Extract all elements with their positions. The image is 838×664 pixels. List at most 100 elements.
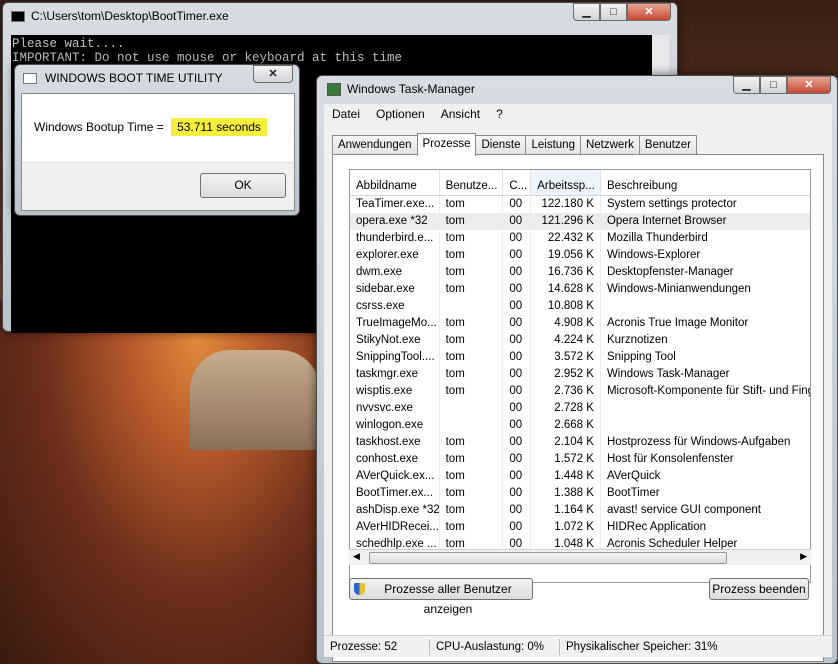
minimize-button[interactable]: ▁: [573, 3, 600, 21]
row-image-name: TrueImageMo...: [350, 315, 440, 332]
menu-ansicht[interactable]: Ansicht: [433, 107, 488, 121]
close-button[interactable]: ✕: [627, 3, 671, 21]
tab-prozesse[interactable]: Prozesse: [416, 133, 477, 156]
menu-help[interactable]: ?: [488, 107, 511, 121]
table-row[interactable]: TrueImageMo... tom 00 4.908 K Acronis True I…: [350, 315, 810, 332]
row-user: tom: [440, 366, 504, 383]
row-user: tom: [440, 196, 504, 213]
row-description: [601, 298, 810, 315]
tab-anwendungen[interactable]: Anwendungen: [332, 135, 418, 155]
table-row[interactable]: explorer.exe tom 00 19.056 K Windows-Explore…: [350, 247, 810, 264]
console-title: C:\Users\tom\Desktop\BootTimer.exe: [31, 9, 229, 23]
table-row[interactable]: thunderbird.e... tom 00 22.432 K Mozilla Thu…: [350, 230, 810, 247]
row-description: Host für Konsolenfenster: [606, 453, 734, 465]
tab-netzwerk[interactable]: Netzwerk: [579, 135, 640, 155]
row-memory: 2.952 K: [531, 366, 601, 383]
row-memory: 1.072 K: [531, 519, 601, 536]
scroll-left-arrow-icon[interactable]: ◀: [353, 551, 360, 562]
row-cpu: 00: [503, 247, 532, 264]
row-image-name: thunderbird.e...: [350, 230, 440, 247]
row-image-name: opera.exe *32: [350, 213, 440, 230]
row-cpu: 00: [503, 485, 532, 502]
table-row[interactable]: taskhost.exe tom 00 2.104 K Hostprozess für …: [350, 434, 810, 451]
row-image-name: nvvsvc.exe: [350, 400, 440, 417]
row-memory: 1.388 K: [531, 485, 601, 502]
table-row[interactable]: csrss.exe 00 10.808 K: [350, 298, 810, 315]
maximize-button[interactable]: □: [600, 3, 627, 21]
column-header-cpu[interactable]: C...: [503, 170, 532, 195]
row-user: tom: [440, 519, 504, 536]
console-line: IMPORTANT: Do not use mouse or keyboard …: [12, 51, 403, 65]
table-row[interactable]: wisptis.exe tom 00 2.736 K Microsoft-Kompone…: [350, 383, 810, 400]
row-memory: 2.728 K: [531, 400, 601, 417]
status-processes: Prozesse: 52: [324, 638, 430, 655]
row-image-name: conhost.exe: [350, 451, 440, 468]
table-row[interactable]: sidebar.exe tom 00 14.628 K Windows-Minianwe…: [350, 281, 810, 298]
table-row[interactable]: SnippingTool.... tom 00 3.572 K Snipping Too…: [350, 349, 810, 366]
row-cpu: 00: [503, 349, 532, 366]
row-description: HIDRec Application: [606, 521, 707, 533]
boot-time-label: Windows Bootup Time =: [34, 120, 164, 134]
boot-time-value: 53.711 seconds: [171, 118, 267, 136]
show-all-processes-button[interactable]: Prozesse aller Benutzer anzeigen: [349, 578, 533, 616]
row-memory: 19.056 K: [531, 247, 601, 264]
tab-leistung[interactable]: Leistung: [525, 135, 581, 155]
row-memory: 3.572 K: [531, 349, 601, 366]
row-memory: 122.180 K: [531, 196, 601, 213]
end-process-button[interactable]: Prozess beenden: [709, 578, 809, 600]
maximize-button[interactable]: □: [760, 76, 787, 94]
table-row[interactable]: taskmgr.exe tom 00 2.952 K Windows Task-Mana…: [350, 366, 810, 383]
tab-benutzer[interactable]: Benutzer: [638, 135, 697, 155]
dialog-title: WINDOWS BOOT TIME UTILITY: [45, 71, 223, 85]
row-cpu: 00: [503, 434, 532, 451]
scrollbar-thumb[interactable]: [369, 552, 727, 564]
menu-optionen[interactable]: Optionen: [368, 107, 433, 121]
row-image-name: dwm.exe: [350, 264, 440, 281]
table-row[interactable]: dwm.exe tom 00 16.736 K Desktopfenster-Manag…: [350, 264, 810, 281]
console-scrollbar[interactable]: [652, 35, 669, 75]
table-row[interactable]: winlogon.exe 00 2.668 K: [350, 417, 810, 434]
row-description: Kurznotizen: [606, 334, 668, 346]
table-row[interactable]: conhost.exe tom 00 1.572 K Host für Konsolen…: [350, 451, 810, 468]
process-list[interactable]: Abbildname Benutze... C... Arbeitssp... …: [349, 169, 811, 583]
column-header-image-name[interactable]: Abbildname: [350, 170, 440, 195]
scroll-right-arrow-icon[interactable]: ▶: [800, 551, 807, 562]
horizontal-scrollbar[interactable]: ◀ ▶: [349, 549, 811, 565]
table-row[interactable]: AVerHIDRecei... tom 00 1.072 K HIDRec Applic…: [350, 519, 810, 536]
column-header-memory[interactable]: Arbeitssp...: [531, 170, 601, 195]
task-manager-window[interactable]: Windows Task-Manager ▁ □ ✕ Datei Optione…: [316, 75, 838, 664]
table-row[interactable]: StikyNot.exe tom 00 4.224 K Kurznotizen: [350, 332, 810, 349]
table-row[interactable]: nvvsvc.exe 00 2.728 K: [350, 400, 810, 417]
row-memory: 14.628 K: [531, 281, 601, 298]
table-row[interactable]: AVerQuick.ex... tom 00 1.448 K AVerQuick: [350, 468, 810, 485]
uac-shield-icon: [354, 583, 365, 595]
row-memory: 4.224 K: [531, 332, 601, 349]
dialog-close-button[interactable]: ✕: [253, 65, 293, 83]
table-row[interactable]: BootTimer.ex... tom 00 1.388 K BootTimer: [350, 485, 810, 502]
row-image-name: wisptis.exe: [350, 383, 440, 400]
row-description: Acronis True Image Monitor: [606, 317, 749, 329]
tab-dienste[interactable]: Dienste: [475, 135, 527, 155]
row-memory: 2.104 K: [531, 434, 601, 451]
row-memory: 16.736 K: [531, 264, 601, 281]
row-user: tom: [440, 264, 504, 281]
row-description: Hostprozess für Windows-Aufgaben: [606, 436, 791, 448]
column-header-user[interactable]: Benutze...: [440, 170, 504, 195]
table-row[interactable]: opera.exe *32 tom 00 121.296 K Opera Interne…: [350, 213, 810, 230]
boot-time-dialog[interactable]: WINDOWS BOOT TIME UTILITY ✕ Windows Boot…: [14, 64, 300, 216]
taskmanager-icon: [327, 83, 341, 96]
menu-datei[interactable]: Datei: [324, 107, 368, 121]
minimize-button[interactable]: ▁: [733, 76, 760, 94]
row-memory: 121.296 K: [531, 213, 601, 230]
row-cpu: 00: [503, 298, 532, 315]
close-button[interactable]: ✕: [787, 76, 831, 94]
row-image-name: explorer.exe: [350, 247, 440, 264]
ok-button[interactable]: OK: [200, 173, 286, 198]
row-description: System settings protector: [606, 198, 737, 210]
status-memory: Physikalischer Speicher: 31%: [566, 640, 718, 653]
table-row[interactable]: TeaTimer.exe... tom 00 122.180 K System sett…: [350, 196, 810, 213]
column-header-description[interactable]: Beschreibung: [601, 170, 810, 195]
row-cpu: 00: [503, 502, 532, 519]
tab-bar: Anwendungen Prozesse Dienste Leistung Ne…: [332, 133, 697, 156]
table-row[interactable]: ashDisp.exe *32 tom 00 1.164 K avast! servic…: [350, 502, 810, 519]
